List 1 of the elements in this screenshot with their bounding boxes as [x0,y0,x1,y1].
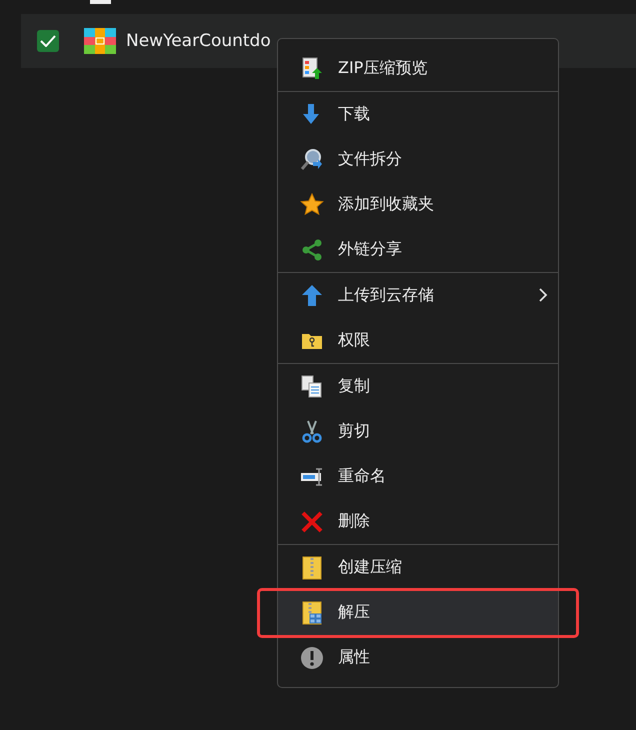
file-name: NewYearCountdo [126,31,271,51]
